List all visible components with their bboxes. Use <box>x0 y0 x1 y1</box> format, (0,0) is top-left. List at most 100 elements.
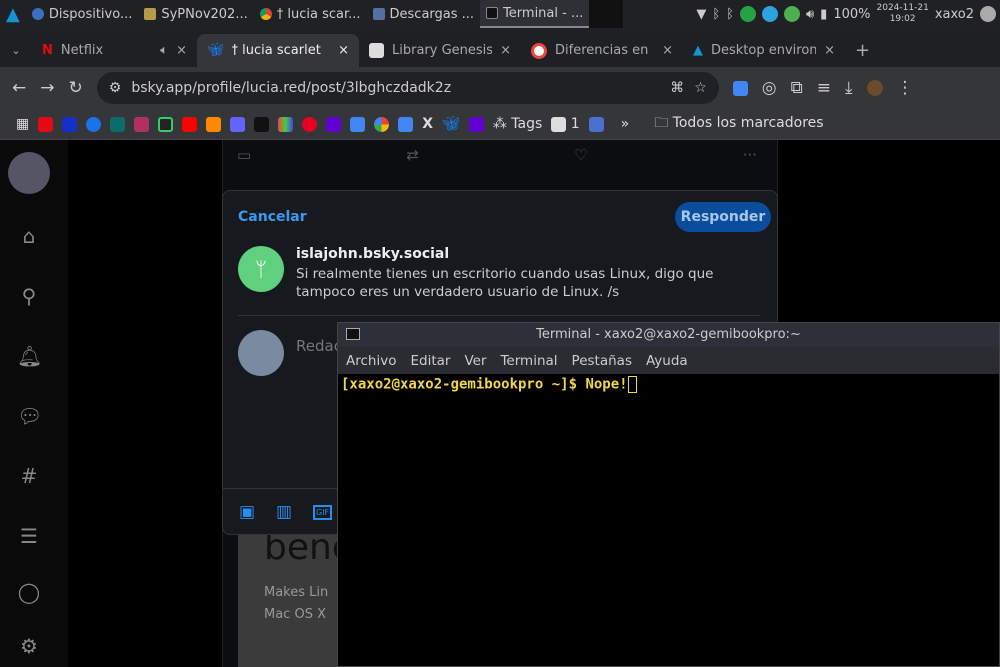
add-video-icon[interactable]: ▥ <box>276 502 292 522</box>
extensions-puzzle-icon[interactable]: ⧉ <box>791 78 803 98</box>
more-bookmarks-button[interactable]: » <box>621 116 630 132</box>
menu-icon[interactable]: ⋮ <box>897 78 914 98</box>
menu-ayuda[interactable]: Ayuda <box>646 353 688 369</box>
bookmark-google[interactable] <box>374 116 390 132</box>
add-gif-icon[interactable]: GIF <box>313 505 333 520</box>
home-icon[interactable]: ⌂ <box>17 224 41 248</box>
cancel-button[interactable]: Cancelar <box>238 209 307 225</box>
user-avatar[interactable] <box>980 6 996 22</box>
bookmark-rtve[interactable] <box>206 116 222 132</box>
tab-search-icon[interactable]: ⌄ <box>0 34 32 67</box>
volume-icon[interactable]: 🔊︎ <box>806 7 814 22</box>
reply-button[interactable]: Responder <box>675 202 771 232</box>
telegram-icon[interactable] <box>761 6 778 22</box>
bluetooth-icon[interactable]: ᛒ <box>712 7 720 22</box>
workspace-switcher[interactable] <box>589 0 624 28</box>
menu-pestanas[interactable]: Pestañas <box>572 353 632 369</box>
menu-editar[interactable]: Editar <box>410 353 450 369</box>
bookmark-netflix[interactable] <box>38 116 54 132</box>
bookmark-google-sheets[interactable] <box>350 116 366 132</box>
link-preview-card[interactable]: benc Makes Lin Mac OS X <box>238 527 352 667</box>
back-icon[interactable]: ← <box>12 78 26 98</box>
bookmark-site[interactable] <box>278 116 294 132</box>
audio-icon[interactable]: 🔈︎ <box>160 43 168 58</box>
bookmark-site[interactable] <box>134 116 150 132</box>
bookmark-tags[interactable]: ⁂ Tags <box>493 116 542 132</box>
media-controls-icon[interactable]: ≡ <box>817 78 831 98</box>
bookmark-x[interactable]: X <box>422 116 433 132</box>
bookmark-youtube[interactable] <box>182 116 198 132</box>
menu-archivo[interactable]: Archivo <box>346 353 396 369</box>
bookmark-site[interactable] <box>158 116 174 132</box>
like-icon[interactable]: ♡ <box>574 146 587 164</box>
tab-netflix[interactable]: N Netflix 🔈︎ × <box>32 34 197 67</box>
chat-icon[interactable] <box>783 6 800 22</box>
profile-icon[interactable]: ◯ <box>17 580 41 604</box>
bookmark-tiktok[interactable] <box>254 116 270 132</box>
address-bar[interactable]: ⚙ bsky.app/profile/lucia.red/post/3lbghc… <box>96 72 719 104</box>
bookmark-pinterest[interactable] <box>302 116 318 132</box>
profile-avatar[interactable] <box>866 80 883 96</box>
tab-libgen[interactable]: Library Genesis × <box>359 34 521 67</box>
battery-icon[interactable]: ▮ <box>820 7 827 22</box>
chat-icon[interactable]: 💬︎ <box>17 404 42 428</box>
repost-icon[interactable]: ⇄ <box>406 146 419 164</box>
bookmark-site[interactable] <box>110 116 126 132</box>
url-text[interactable]: bsky.app/profile/lucia.red/post/3lbghczd… <box>131 80 660 96</box>
site-settings-icon[interactable]: ⚙ <box>109 80 122 96</box>
lists-icon[interactable]: ☰ <box>17 524 41 548</box>
task-devices[interactable]: Dispositivo... <box>26 0 139 28</box>
close-tab-icon[interactable]: × <box>662 43 673 58</box>
settings-icon[interactable]: ⚙ <box>17 634 41 658</box>
terminal-output[interactable]: [xaxo2@xaxo2-gemibookpro ~]$ Nope! <box>338 374 999 395</box>
clock[interactable]: 2024-11-21 19:02 <box>877 3 929 25</box>
download-icon[interactable]: ⤓ <box>845 78 853 98</box>
whatsapp-icon[interactable] <box>739 6 756 22</box>
forward-icon[interactable]: → <box>40 78 54 98</box>
close-tab-icon[interactable]: × <box>176 43 187 58</box>
task-sypnov[interactable]: SyPNov202... <box>138 0 253 28</box>
close-tab-icon[interactable]: × <box>500 43 511 58</box>
bookmark-translate[interactable] <box>398 116 414 132</box>
bookmark-play[interactable] <box>86 116 102 132</box>
tab-desktop-env[interactable]: ▲ Desktop environ × <box>683 34 845 67</box>
bookmark-m[interactable] <box>62 116 78 132</box>
terminal-window[interactable]: Terminal - xaxo2@xaxo2-gemibookpro:~ Arc… <box>337 322 1000 667</box>
close-tab-icon[interactable]: × <box>824 43 835 58</box>
menu-terminal[interactable]: Terminal <box>500 353 557 369</box>
new-tab-button[interactable]: + <box>845 34 880 67</box>
feeds-icon[interactable]: # <box>17 464 41 488</box>
wifi-icon[interactable]: ▼ <box>696 7 706 22</box>
task-chrome[interactable]: † lucia scar... <box>254 0 367 28</box>
task-terminal[interactable]: Terminal - ... <box>480 0 590 28</box>
task-downloads[interactable]: Descargas ... <box>367 0 481 28</box>
bluetooth-icon[interactable]: ᛒ <box>726 7 734 22</box>
bookmark-yahoo[interactable] <box>326 116 342 132</box>
extension-icon[interactable]: ◎ <box>762 78 777 98</box>
add-image-icon[interactable]: ▣ <box>239 502 255 522</box>
app-menu-icon[interactable]: ▲ <box>0 0 26 28</box>
bookmark-bluesky[interactable]: 🦋︎ <box>442 116 460 132</box>
reload-icon[interactable]: ↻ <box>69 78 83 98</box>
tab-label: Diferencias en <box>555 43 649 58</box>
google-translate-extension-icon[interactable] <box>732 80 748 96</box>
apps-icon[interactable]: ▦ <box>16 116 29 132</box>
bookmark-libgen[interactable]: 1 <box>551 116 580 132</box>
search-icon[interactable]: ⚲ <box>17 284 41 308</box>
bookmark-yahoo[interactable] <box>468 116 484 132</box>
notifications-icon[interactable]: 🔔︎ <box>17 344 42 368</box>
reply-icon[interactable]: ▭ <box>237 146 251 164</box>
bookmark-p[interactable] <box>588 116 604 132</box>
translate-icon[interactable]: ⌘ <box>670 80 684 96</box>
terminal-titlebar[interactable]: Terminal - xaxo2@xaxo2-gemibookpro:~ <box>338 323 999 347</box>
tab-diferencias[interactable]: Diferencias en × <box>521 34 683 67</box>
user-avatar[interactable] <box>8 152 50 194</box>
close-tab-icon[interactable]: × <box>338 43 349 58</box>
user-name[interactable]: xaxo2 <box>935 7 974 22</box>
all-bookmarks-folder[interactable]: 🗀︎ Todos los marcadores <box>654 112 823 136</box>
bookmark-star-icon[interactable]: ☆ <box>694 80 707 96</box>
menu-ver[interactable]: Ver <box>464 353 486 369</box>
more-options-icon[interactable]: ··· <box>743 146 757 164</box>
tab-bluesky[interactable]: 🦋︎ † lucia scarlet × <box>197 34 359 67</box>
bookmark-mastodon[interactable] <box>230 116 246 132</box>
